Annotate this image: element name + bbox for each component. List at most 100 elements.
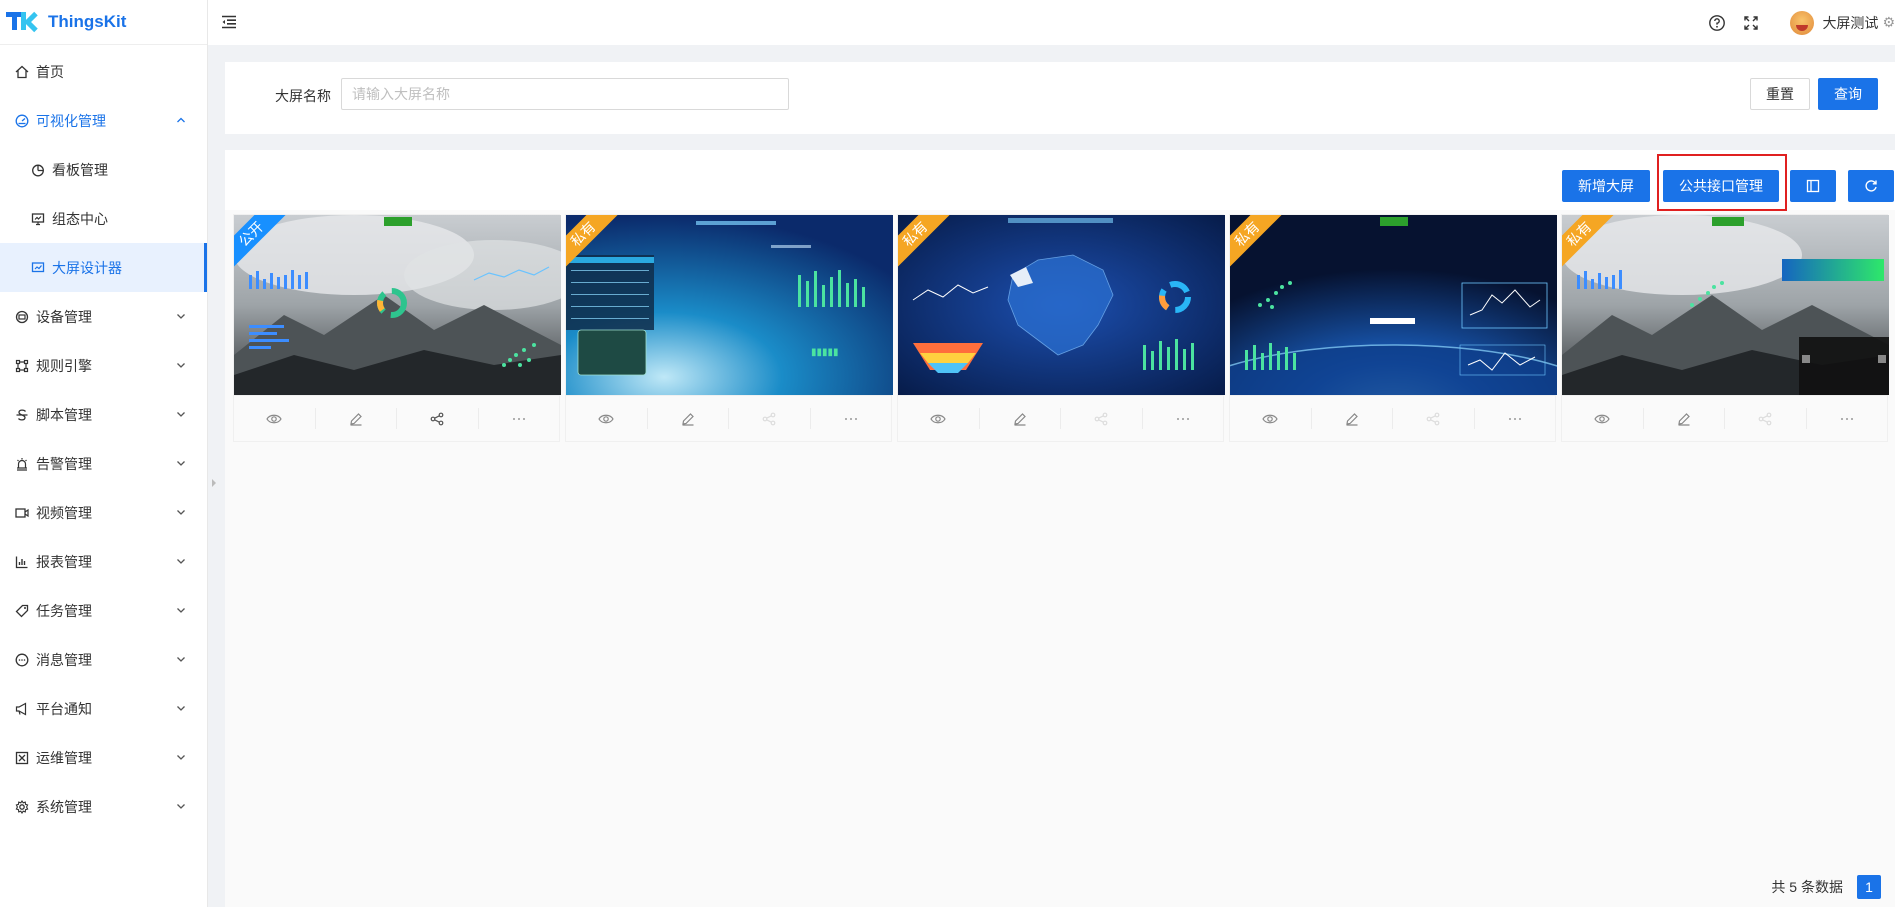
sidebar-item-rule-engine[interactable]: 规则引擎 <box>0 341 207 390</box>
share-button[interactable] <box>397 408 479 429</box>
layout-toggle-button[interactable] <box>1790 170 1836 202</box>
query-button[interactable]: 查询 <box>1818 78 1878 110</box>
report-icon <box>14 554 30 570</box>
chevron-down-icon <box>177 804 185 809</box>
sidebar-item-configuration-center[interactable]: 组态中心 <box>0 194 207 243</box>
sidebar: ThingsKit 首页 可视化管理 看板管理 组态中心 大屏设计器 设备管理 <box>0 0 208 907</box>
share-icon <box>762 412 776 425</box>
sidebar-item-home[interactable]: 首页 <box>0 47 207 96</box>
screen-card[interactable]: 私有 <box>1561 214 1889 442</box>
message-icon <box>14 652 30 668</box>
screen-name-input[interactable] <box>341 78 789 110</box>
edit-icon <box>350 412 362 426</box>
chevron-down-icon <box>177 510 185 515</box>
more-button[interactable] <box>1807 408 1888 429</box>
sidebar-item-kanban[interactable]: 看板管理 <box>0 145 207 194</box>
sidebar-item-message[interactable]: 消息管理 <box>0 635 207 684</box>
preview-button[interactable] <box>1562 408 1644 429</box>
preview-button[interactable] <box>1230 408 1312 429</box>
screen-card[interactable]: 公开 <box>233 214 561 442</box>
sidebar-item-device[interactable]: 设备管理 <box>0 292 207 341</box>
preview-button[interactable] <box>898 408 980 429</box>
edit-button[interactable] <box>1644 408 1725 429</box>
eye-icon <box>598 414 614 423</box>
eye-icon <box>1594 414 1610 423</box>
settings-icon <box>14 799 30 815</box>
chevron-down-icon <box>177 657 185 662</box>
thingskit-logo-icon <box>6 10 38 34</box>
help-icon[interactable] <box>1708 14 1726 32</box>
sidebar-item-system[interactable]: 系统管理 <box>0 782 207 831</box>
app-logo[interactable]: ThingsKit <box>0 0 207 45</box>
screen-card-list: 公开 ▮▮▮▮▮ 私有 私有 私有 私有 <box>233 214 1893 442</box>
highlight-box <box>1657 154 1787 211</box>
search-panel: 大屏名称 重置 查询 <box>225 62 1895 134</box>
app-name: ThingsKit <box>48 12 127 31</box>
menu-fold-icon[interactable] <box>220 13 238 31</box>
edit-button[interactable] <box>648 408 729 429</box>
more-button[interactable] <box>479 408 560 429</box>
sidebar-item-label: 告警管理 <box>36 455 92 472</box>
script-icon <box>14 407 30 423</box>
more-button[interactable] <box>1143 408 1224 429</box>
card-actions <box>1562 395 1887 441</box>
more-icon[interactable]: ⚙ <box>1882 14 1895 31</box>
sidebar-item-label: 消息管理 <box>36 651 92 668</box>
card-actions <box>898 395 1223 441</box>
edit-icon <box>1014 412 1026 426</box>
edit-button[interactable] <box>980 408 1061 429</box>
sidebar-item-report[interactable]: 报表管理 <box>0 537 207 586</box>
sidebar-item-notice[interactable]: 平台通知 <box>0 684 207 733</box>
pagination-page-1[interactable]: 1 <box>1857 875 1881 899</box>
screen-thumbnail[interactable]: 私有 <box>1230 215 1557 395</box>
fullscreen-icon[interactable] <box>1742 14 1760 32</box>
reset-button[interactable]: 重置 <box>1750 78 1810 110</box>
sidebar-item-video[interactable]: 视频管理 <box>0 488 207 537</box>
pie-chart-icon <box>30 162 46 178</box>
chevron-up-icon <box>177 117 185 123</box>
task-icon <box>14 603 30 619</box>
sidebar-menu: 首页 可视化管理 看板管理 组态中心 大屏设计器 设备管理 规则引擎 脚本管理 … <box>0 45 207 831</box>
sidebar-item-visualization[interactable]: 可视化管理 <box>0 96 207 145</box>
sidebar-item-label: 组态中心 <box>52 210 108 227</box>
share-button <box>729 408 811 429</box>
screen-thumbnail[interactable]: ▮▮▮▮▮ 私有 <box>566 215 893 395</box>
more-button[interactable] <box>1475 408 1556 429</box>
screen-name-label: 大屏名称 <box>275 88 331 104</box>
refresh-icon <box>1865 180 1877 192</box>
sidebar-item-screen-designer[interactable]: 大屏设计器 <box>0 243 207 292</box>
top-header: 大屏测试 ⚙ <box>208 0 1895 45</box>
sidebar-item-ops[interactable]: 运维管理 <box>0 733 207 782</box>
screen-card[interactable]: 私有 <box>897 214 1225 442</box>
eye-icon <box>266 414 282 423</box>
chevron-down-icon <box>177 314 185 319</box>
layout-icon <box>1806 179 1820 193</box>
header-actions: 大屏测试 ⚙ <box>1708 0 1895 45</box>
monitor-icon <box>30 211 46 227</box>
screen-card[interactable]: 私有 <box>1229 214 1557 442</box>
sidebar-item-label: 平台通知 <box>36 700 92 717</box>
screen-card[interactable]: ▮▮▮▮▮ 私有 <box>565 214 893 442</box>
more-button[interactable] <box>811 408 892 429</box>
sidebar-item-script[interactable]: 脚本管理 <box>0 390 207 439</box>
screen-thumbnail[interactable]: 公开 <box>234 215 561 395</box>
screen-thumbnail[interactable]: 私有 <box>898 215 1225 395</box>
edit-button[interactable] <box>1312 408 1393 429</box>
user-avatar[interactable] <box>1790 10 1815 35</box>
preview-button[interactable] <box>234 408 316 429</box>
preview-button[interactable] <box>566 408 648 429</box>
sidebar-collapse-handle-icon[interactable] <box>209 475 219 491</box>
sidebar-item-alarm[interactable]: 告警管理 <box>0 439 207 488</box>
sidebar-item-label: 可视化管理 <box>36 112 106 129</box>
sidebar-item-label: 首页 <box>36 63 64 80</box>
chevron-down-icon <box>177 363 185 368</box>
sidebar-item-task[interactable]: 任务管理 <box>0 586 207 635</box>
chevron-down-icon <box>177 461 185 466</box>
new-screen-button[interactable]: 新增大屏 <box>1562 170 1650 202</box>
screen-thumbnail[interactable]: 私有 <box>1562 215 1889 395</box>
edit-button[interactable] <box>316 408 397 429</box>
refresh-button[interactable] <box>1848 170 1894 202</box>
card-actions <box>1230 395 1555 441</box>
user-name[interactable]: 大屏测试 <box>1822 13 1878 33</box>
device-icon <box>14 309 30 325</box>
